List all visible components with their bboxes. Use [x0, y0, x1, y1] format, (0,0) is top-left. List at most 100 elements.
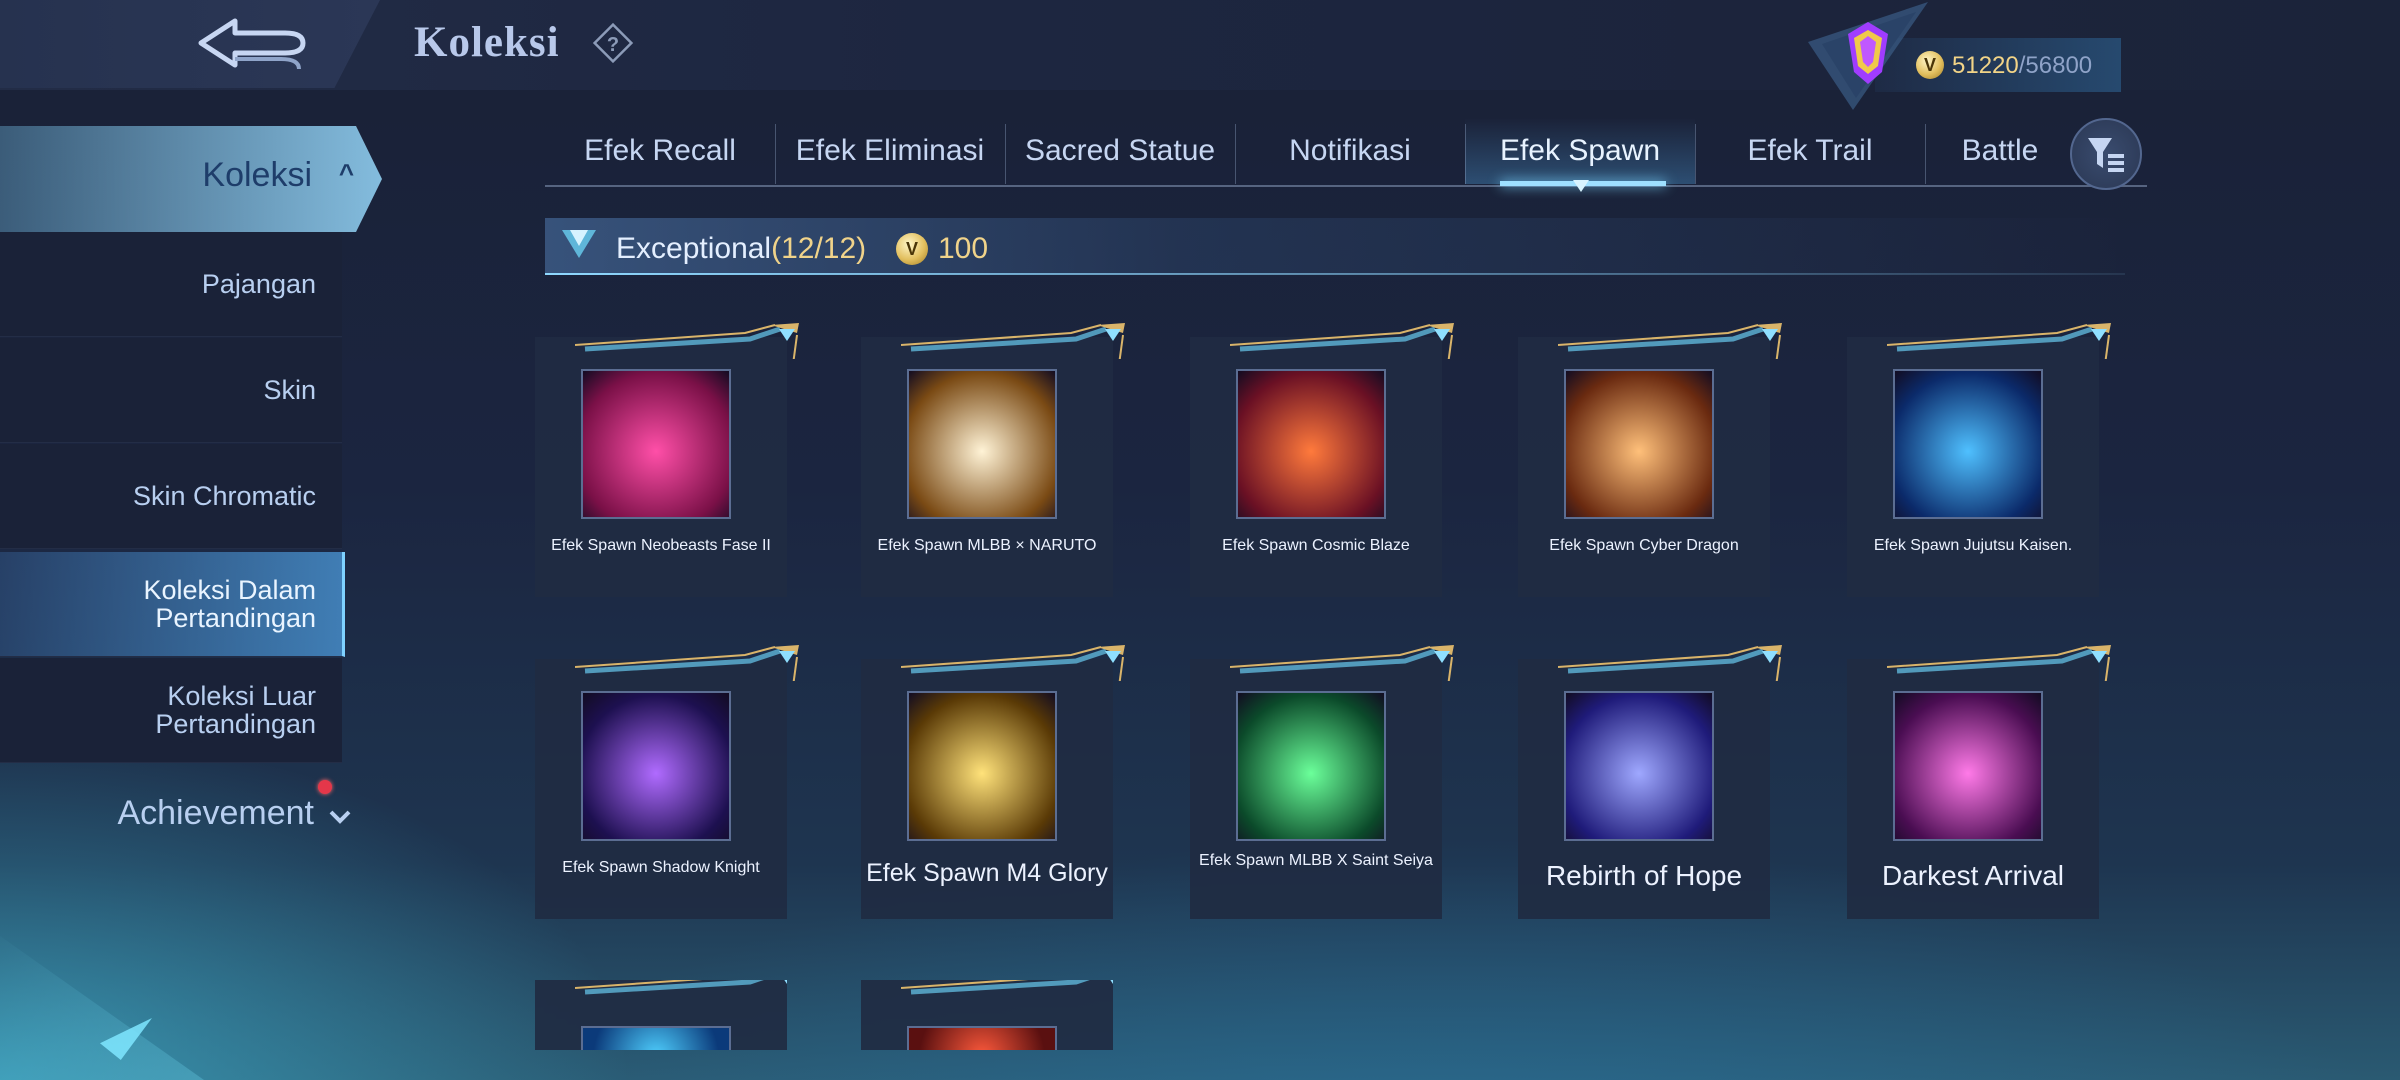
item-name: Efek Spawn Jujutsu Kaisen.	[1873, 537, 2073, 554]
currency-total: /56800	[2018, 52, 2093, 79]
spawn-effect-thumbnail	[907, 691, 1057, 841]
tab-efek-spawn[interactable]: Efek Spawn	[1465, 118, 1695, 184]
item-card[interactable]: Efek Spawn Cosmic Blaze	[1190, 323, 1454, 597]
rank-badge-icon[interactable]	[1798, 2, 1938, 110]
item-name: Efek Spawn Cosmic Blaze	[1222, 537, 1410, 554]
item-name: Efek Spawn Shadow Knight	[562, 859, 760, 876]
tab-bar: Efek Recall Efek Eliminasi Sacred Statue No…	[545, 118, 2145, 188]
tab-efek-recall[interactable]: Efek Recall	[545, 118, 775, 184]
section-price: 100	[938, 232, 989, 265]
spawn-effect-thumbnail	[1893, 369, 2043, 519]
exceptional-ribbon	[1229, 323, 1460, 410]
spawn-effect-thumbnail	[581, 1026, 731, 1050]
exceptional-ribbon	[1557, 323, 1788, 410]
section-divider	[545, 273, 2125, 275]
exceptional-ribbon	[900, 323, 1131, 410]
exceptional-ribbon	[900, 645, 1131, 732]
spawn-effect-thumbnail	[1893, 691, 2043, 841]
item-card-partial[interactable]	[861, 980, 1113, 1050]
tab-underline	[545, 185, 2147, 187]
sidebar-item-label: Pajangan	[201, 269, 316, 299]
tab-battle[interactable]: Battle	[1925, 118, 2075, 184]
sidebar-item-koleksi-luar-pertandingan[interactable]: Koleksi Luar Pertandingan	[0, 658, 342, 763]
sidebar-item-label: Koleksi Luar Pertandingan	[155, 682, 342, 738]
svg-text:?: ?	[607, 34, 619, 56]
spawn-effect-thumbnail	[907, 369, 1057, 519]
sidebar-item-label: Skin Chromatic	[132, 481, 316, 511]
tab-efek-trail[interactable]: Efek Trail	[1695, 118, 1925, 184]
exceptional-ribbon	[1886, 645, 2117, 732]
tab-separator	[1005, 124, 1006, 184]
exceptional-ribbon	[574, 645, 805, 732]
tab-separator	[1235, 124, 1236, 184]
sidebar-item-skin-chromatic[interactable]: Skin Chromatic	[0, 444, 342, 549]
spawn-effect-thumbnail	[1236, 691, 1386, 841]
item-name: Rebirth of Hope	[1545, 860, 1743, 891]
item-name: Efek Spawn Neobeasts Fase II	[551, 537, 771, 554]
corner-decoration	[0, 936, 204, 1080]
chevron-down-icon	[329, 810, 351, 824]
tab-efek-eliminasi[interactable]: Efek Eliminasi	[775, 118, 1005, 184]
section-count: (12/12)	[771, 232, 867, 265]
section-title-text: Exceptional	[616, 232, 772, 265]
tab-separator	[1695, 124, 1696, 184]
currency-current: 51220	[1952, 52, 2019, 79]
item-card[interactable]: Efek Spawn Shadow Knight	[535, 645, 799, 919]
back-panel	[0, 0, 380, 88]
diamond-coin-icon: V	[1916, 51, 1944, 79]
exceptional-tier-icon	[562, 230, 596, 258]
exceptional-ribbon	[1557, 645, 1788, 732]
page-title: Koleksi	[414, 19, 560, 66]
exceptional-ribbon	[574, 323, 805, 410]
chevron-up-icon: ^	[338, 158, 354, 188]
tab-sacred-statue[interactable]: Sacred Statue	[1005, 118, 1235, 184]
sidebar-item-koleksi-dalam-pertandingan[interactable]: Koleksi Dalam Pertandingan	[0, 552, 345, 657]
item-card[interactable]: Efek Spawn MLBB X Saint Seiya	[1190, 645, 1454, 919]
item-name: Darkest Arrival	[1881, 860, 2065, 891]
item-card[interactable]: Efek Spawn MLBB × NARUTO	[861, 323, 1125, 597]
spawn-effect-thumbnail	[581, 691, 731, 841]
spawn-effect-thumbnail	[581, 369, 731, 519]
sidebar-item-label: Koleksi Dalam Pertandingan	[143, 576, 342, 632]
back-arrow-icon[interactable]	[195, 15, 313, 75]
tab-separator	[1925, 124, 1926, 184]
label-line-2: Pertandingan	[155, 709, 316, 739]
sidebar-group-koleksi[interactable]: Koleksi ^	[0, 126, 382, 232]
exceptional-ribbon	[900, 980, 1113, 1050]
label-line-2: Pertandingan	[155, 603, 316, 633]
item-card[interactable]: Efek Spawn Cyber Dragon	[1518, 323, 1782, 597]
exceptional-ribbon	[1229, 645, 1460, 732]
sidebar-group-achievement[interactable]: Achievement	[0, 786, 356, 846]
section-title: Exceptional(12/12)	[616, 232, 866, 266]
filter-icon[interactable]	[2070, 118, 2142, 190]
exceptional-ribbon	[574, 980, 787, 1050]
spawn-effect-thumbnail	[1564, 691, 1714, 841]
spawn-effect-thumbnail	[907, 1026, 1057, 1050]
item-name: Efek Spawn Cyber Dragon	[1549, 537, 1739, 554]
tab-notifikasi[interactable]: Notifikasi	[1235, 118, 1465, 184]
spawn-effect-thumbnail	[1236, 369, 1386, 519]
tab-separator	[775, 124, 776, 184]
currency-amount: 51220/56800	[1952, 52, 2092, 80]
sidebar-item-pajangan[interactable]: Pajangan	[0, 232, 342, 337]
label-line-1: Koleksi Dalam	[143, 575, 316, 605]
exceptional-ribbon	[1886, 323, 2117, 410]
diamond-coin-icon: V	[896, 233, 928, 265]
spawn-effect-thumbnail	[1564, 369, 1714, 519]
tab-separator	[1465, 124, 1466, 184]
help-icon[interactable]: ?	[592, 22, 634, 64]
item-card-partial[interactable]	[535, 980, 787, 1050]
item-card[interactable]: Efek Spawn Neobeasts Fase II	[535, 323, 799, 597]
sidebar-item-skin[interactable]: Skin	[0, 338, 342, 443]
item-card[interactable]: Darkest Arrival	[1847, 645, 2111, 919]
notification-dot	[318, 780, 332, 794]
sidebar-group-label: Koleksi	[202, 156, 312, 194]
label-line-1: Koleksi Luar	[167, 681, 316, 711]
sidebar-item-label: Skin	[263, 375, 316, 405]
achievement-label: Achievement	[117, 794, 314, 832]
item-name: Efek Spawn M4 Glory	[866, 859, 1108, 887]
item-card[interactable]: Efek Spawn Jujutsu Kaisen.	[1847, 323, 2111, 597]
item-card[interactable]: Efek Spawn M4 Glory	[861, 645, 1125, 919]
item-card[interactable]: Rebirth of Hope	[1518, 645, 1782, 919]
item-name: Efek Spawn MLBB × NARUTO	[877, 537, 1097, 554]
